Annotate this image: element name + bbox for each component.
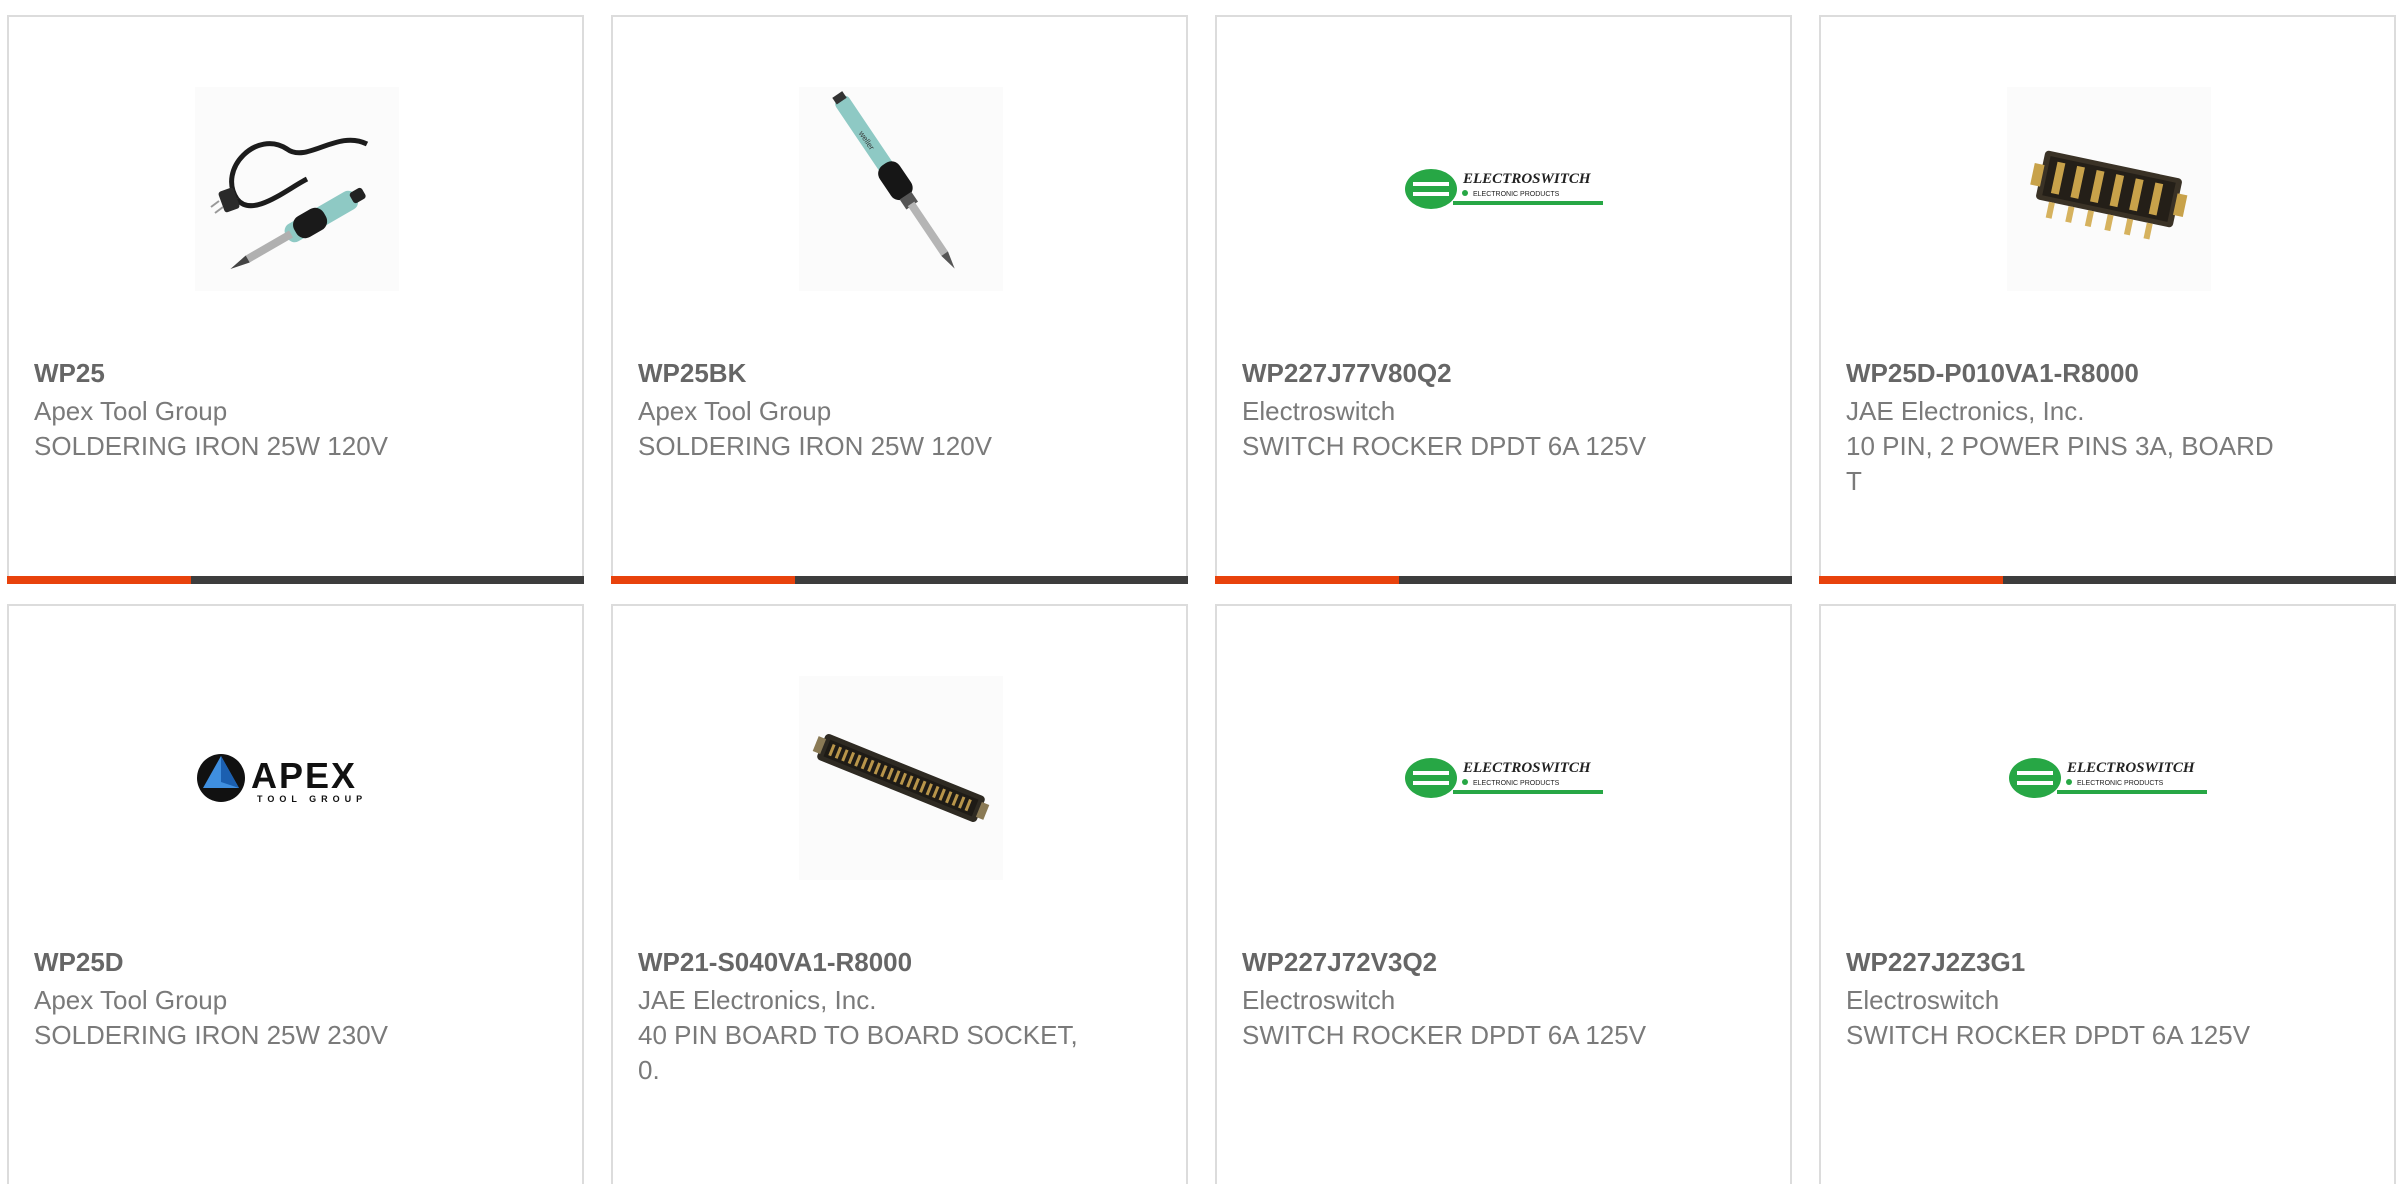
description: SWITCH ROCKER DPDT 6A 125V [1242, 1020, 1647, 1050]
product-image[interactable]: APEX TOOL GROUP [195, 676, 399, 880]
svg-text:ELECTRONIC PRODUCTS: ELECTRONIC PRODUCTS [2077, 780, 2164, 787]
part-number[interactable]: WP21-S040VA1-R8000 [638, 946, 1126, 978]
accent-segment [611, 576, 795, 584]
product-card[interactable]: WP21-S040VA1-R8000 JAE Electronics, Inc.… [611, 604, 1188, 1184]
svg-text:TOOL GROUP: TOOL GROUP [257, 794, 367, 804]
product-grid: WP25 Apex Tool Group SOLDERING IRON 25W … [0, 0, 2400, 1184]
card-accent-bar [611, 576, 1188, 584]
part-number[interactable]: WP25BK [638, 357, 1126, 389]
product-card[interactable]: WP25D-P010VA1-R8000 JAE Electronics, Inc… [1819, 15, 2396, 584]
product-card[interactable]: APEX TOOL GROUP WP25D Apex Tool Group SO… [7, 604, 584, 1184]
product-card[interactable]: WP25 Apex Tool Group SOLDERING IRON 25W … [7, 15, 584, 584]
part-number[interactable]: WP25D-P010VA1-R8000 [1846, 357, 2334, 389]
description: SWITCH ROCKER DPDT 6A 125V [1242, 431, 1647, 461]
part-number[interactable]: WP227J2Z3G1 [1846, 946, 2334, 978]
manufacturer: JAE Electronics, Inc. [638, 985, 877, 1015]
product-card[interactable]: weller WP25BK Apex Tool Group SOLDERING … [611, 15, 1188, 584]
accent-segment [7, 576, 191, 584]
electroswitch-logo: ELECTROSWITCH ELECTRONIC PRODUCTS [2009, 758, 2207, 798]
svg-text:ELECTRONIC PRODUCTS: ELECTRONIC PRODUCTS [1473, 191, 1560, 198]
connector-40-pin-icon [812, 734, 990, 822]
card-accent-bar [1215, 576, 1792, 584]
description: 10 PIN, 2 POWER PINS 3A, BOARD T [1846, 431, 2274, 496]
part-number[interactable]: WP227J72V3Q2 [1242, 946, 1730, 978]
electroswitch-logo: ELECTROSWITCH ELECTRONIC PRODUCTS [1405, 758, 1603, 798]
product-info: WP25BK Apex Tool Group SOLDERING IRON 25… [638, 357, 1126, 464]
description: 40 PIN BOARD TO BOARD SOCKET, 0. [638, 1020, 1078, 1085]
manufacturer: Apex Tool Group [34, 985, 228, 1015]
manufacturer: JAE Electronics, Inc. [1846, 396, 2085, 426]
manufacturer: Apex Tool Group [34, 396, 228, 426]
product-info: WP21-S040VA1-R8000 JAE Electronics, Inc.… [638, 946, 1126, 1088]
card-accent-bar [7, 576, 584, 584]
product-image[interactable] [195, 87, 399, 291]
electroswitch-logo: ELECTROSWITCH ELECTRONIC PRODUCTS [1405, 169, 1603, 209]
description: SOLDERING IRON 25W 120V [34, 431, 388, 461]
svg-text:ELECTROSWITCH: ELECTROSWITCH [1462, 171, 1592, 187]
manufacturer: Electroswitch [1242, 396, 1396, 426]
accent-segment [1215, 576, 1399, 584]
product-info: WP25D-P010VA1-R8000 JAE Electronics, Inc… [1846, 357, 2334, 499]
product-image[interactable]: ELECTROSWITCH ELECTRONIC PRODUCTS [1403, 676, 1607, 880]
product-image[interactable]: ELECTROSWITCH ELECTRONIC PRODUCTS [2007, 676, 2211, 880]
description: SWITCH ROCKER DPDT 6A 125V [1846, 1020, 2251, 1050]
product-info: WP227J2Z3G1 Electroswitch SWITCH ROCKER … [1846, 946, 2334, 1053]
description: SOLDERING IRON 25W 120V [638, 431, 992, 461]
card-accent-bar [1819, 576, 2396, 584]
accent-segment [1819, 576, 2003, 584]
description: SOLDERING IRON 25W 230V [34, 1020, 388, 1050]
product-card[interactable]: ELECTROSWITCH ELECTRONIC PRODUCTS WP227J… [1819, 604, 2396, 1184]
apex-logo: APEX TOOL GROUP [197, 754, 367, 804]
product-card[interactable]: ELECTROSWITCH ELECTRONIC PRODUCTS WP227J… [1215, 15, 1792, 584]
product-info: WP25 Apex Tool Group SOLDERING IRON 25W … [34, 357, 522, 464]
part-number[interactable]: WP227J77V80Q2 [1242, 357, 1730, 389]
product-image[interactable] [799, 676, 1003, 880]
manufacturer: Apex Tool Group [638, 396, 832, 426]
soldering-iron-with-cord-icon [210, 137, 369, 269]
part-number[interactable]: WP25D [34, 946, 522, 978]
svg-text:ELECTROSWITCH: ELECTROSWITCH [1462, 760, 1592, 776]
svg-text:ELECTRONIC PRODUCTS: ELECTRONIC PRODUCTS [1473, 780, 1560, 787]
manufacturer: Electroswitch [1846, 985, 2000, 1015]
soldering-iron-icon: weller [832, 91, 955, 269]
product-info: WP227J72V3Q2 Electroswitch SWITCH ROCKER… [1242, 946, 1730, 1053]
product-info: WP25D Apex Tool Group SOLDERING IRON 25W… [34, 946, 522, 1053]
product-info: WP227J77V80Q2 Electroswitch SWITCH ROCKE… [1242, 357, 1730, 464]
product-card[interactable]: ELECTROSWITCH ELECTRONIC PRODUCTS WP227J… [1215, 604, 1792, 1184]
manufacturer: Electroswitch [1242, 985, 1396, 1015]
svg-text:ELECTROSWITCH: ELECTROSWITCH [2066, 760, 2196, 776]
part-number[interactable]: WP25 [34, 357, 522, 389]
product-image[interactable] [2007, 87, 2211, 291]
connector-10-pin-icon [2030, 150, 2188, 240]
product-image[interactable]: ELECTROSWITCH ELECTRONIC PRODUCTS [1403, 87, 1607, 291]
product-image[interactable]: weller [799, 87, 1003, 291]
svg-text:APEX: APEX [251, 755, 357, 796]
